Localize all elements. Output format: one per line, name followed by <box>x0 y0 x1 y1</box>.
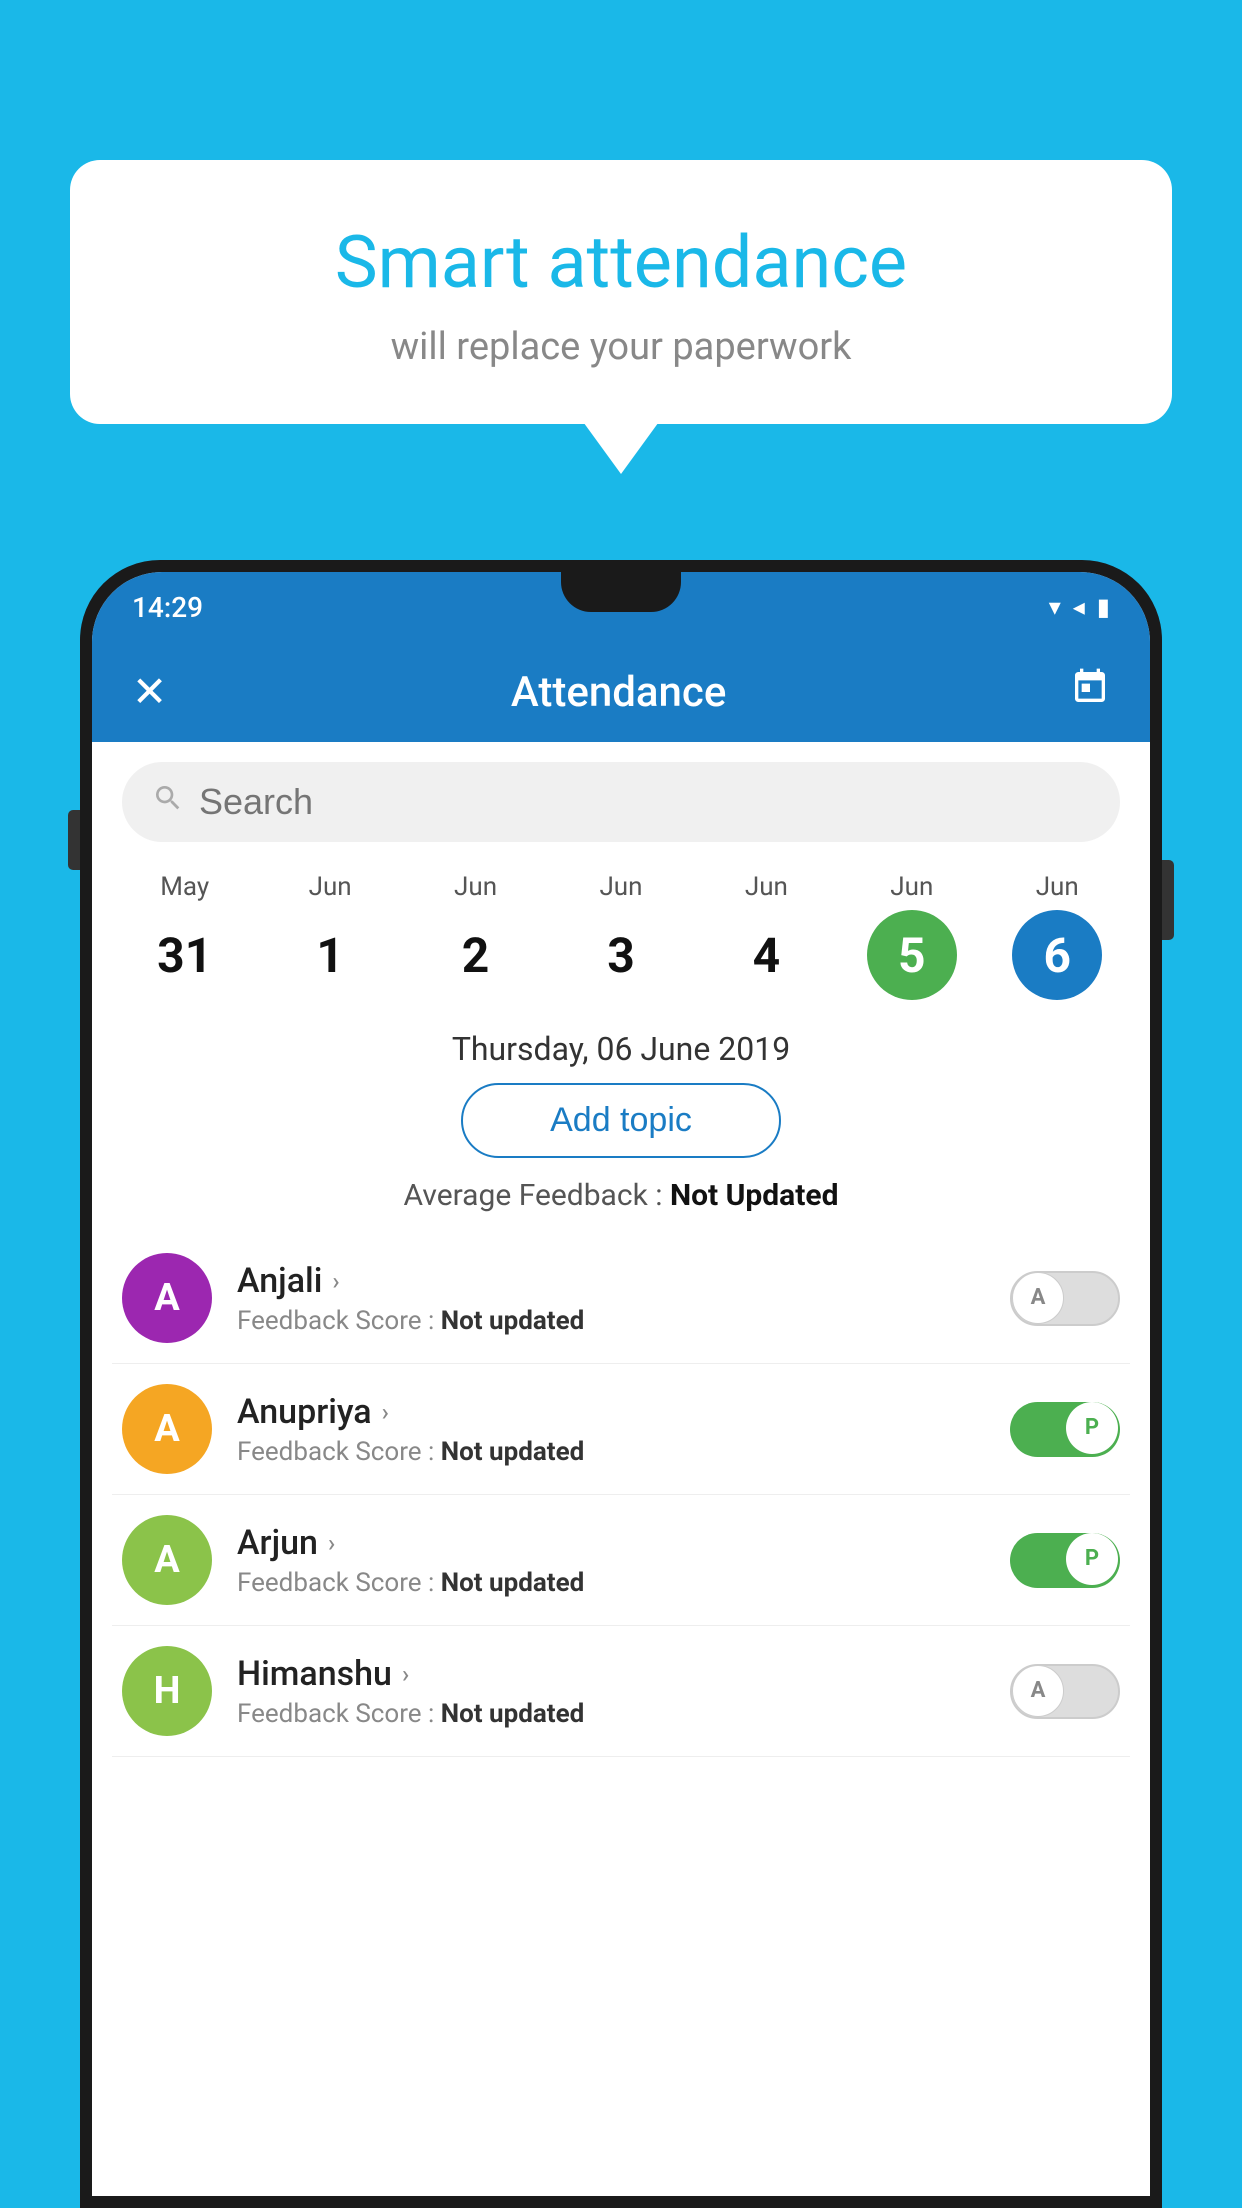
calendar-day-number: 4 <box>721 910 811 1000</box>
chevron-right-icon: › <box>332 1267 339 1295</box>
selected-date-label: Thursday, 06 June 2019 <box>92 1020 1150 1083</box>
attendance-toggle[interactable]: A <box>1010 1664 1120 1719</box>
average-feedback-value: Not Updated <box>670 1178 839 1213</box>
calendar-month-label: Jun <box>454 872 497 902</box>
speech-bubble-title: Smart attendance <box>120 220 1122 305</box>
student-info: Anjali › Feedback Score : Not updated <box>237 1261 985 1336</box>
student-item[interactable]: A Anjali › Feedback Score : Not updated … <box>112 1233 1130 1364</box>
speech-bubble: Smart attendance will replace your paper… <box>70 160 1172 424</box>
calendar-day-number: 31 <box>140 910 230 1000</box>
calendar-day-number: 3 <box>576 910 666 1000</box>
student-avatar: A <box>122 1384 212 1474</box>
student-list: A Anjali › Feedback Score : Not updated … <box>92 1233 1150 1757</box>
app-bar: ✕ Attendance <box>92 642 1150 742</box>
calendar-day-number: 1 <box>285 910 375 1000</box>
notch <box>561 572 681 612</box>
phone-screen: 14:29 ▾ ◂ ▮ ✕ Attendance <box>92 572 1150 2196</box>
student-feedback: Feedback Score : Not updated <box>237 1306 985 1336</box>
calendar-icon-button[interactable] <box>1070 667 1110 717</box>
average-feedback-label: Average Feedback : <box>404 1178 670 1213</box>
calendar-month-label: Jun <box>1036 872 1079 902</box>
status-time: 14:29 <box>132 591 203 624</box>
calendar-day[interactable]: Jun 5 <box>867 872 957 1000</box>
student-item[interactable]: H Himanshu › Feedback Score : Not update… <box>112 1626 1130 1757</box>
attendance-toggle[interactable]: P <box>1010 1533 1120 1588</box>
student-feedback: Feedback Score : Not updated <box>237 1699 985 1729</box>
attendance-toggle[interactable]: P <box>1010 1402 1120 1457</box>
toggle-knob: A <box>1012 1665 1064 1717</box>
wifi-icon: ▾ <box>1049 593 1061 621</box>
battery-icon: ▮ <box>1097 593 1110 621</box>
calendar-day[interactable]: Jun 3 <box>576 872 666 1000</box>
close-button[interactable]: ✕ <box>132 667 167 717</box>
calendar-month-label: Jun <box>745 872 788 902</box>
student-feedback: Feedback Score : Not updated <box>237 1437 985 1467</box>
toggle-knob: A <box>1012 1272 1064 1324</box>
signal-icon: ◂ <box>1073 593 1085 621</box>
calendar-month-label: May <box>160 872 209 902</box>
speech-bubble-container: Smart attendance will replace your paper… <box>70 160 1172 424</box>
calendar-month-label: Jun <box>309 872 352 902</box>
status-icons: ▾ ◂ ▮ <box>1049 593 1110 621</box>
status-bar: 14:29 ▾ ◂ ▮ <box>92 572 1150 642</box>
attendance-toggle[interactable]: A <box>1010 1271 1120 1326</box>
average-feedback: Average Feedback : Not Updated <box>92 1178 1150 1213</box>
calendar-day-number: 2 <box>431 910 521 1000</box>
search-icon <box>152 781 184 823</box>
calendar-day[interactable]: Jun 6 <box>1012 872 1102 1000</box>
calendar-day[interactable]: Jun 1 <box>285 872 375 1000</box>
student-info: Himanshu › Feedback Score : Not updated <box>237 1654 985 1729</box>
calendar-day[interactable]: Jun 4 <box>721 872 811 1000</box>
student-name: Himanshu › <box>237 1654 985 1694</box>
student-avatar: A <box>122 1515 212 1605</box>
calendar-strip: May 31 Jun 1 Jun 2 Jun 3 Jun 4 Jun 5 Jun… <box>92 862 1150 1020</box>
student-item[interactable]: A Anupriya › Feedback Score : Not update… <box>112 1364 1130 1495</box>
student-name: Anupriya › <box>237 1392 985 1432</box>
student-feedback: Feedback Score : Not updated <box>237 1568 985 1598</box>
calendar-day[interactable]: Jun 2 <box>431 872 521 1000</box>
calendar-day-number: 5 <box>867 910 957 1000</box>
phone-volume-button <box>68 810 80 870</box>
calendar-day[interactable]: May 31 <box>140 872 230 1000</box>
calendar-month-label: Jun <box>890 872 933 902</box>
speech-bubble-subtitle: will replace your paperwork <box>120 325 1122 369</box>
student-name: Anjali › <box>237 1261 985 1301</box>
student-name: Arjun › <box>237 1523 985 1563</box>
add-topic-button[interactable]: Add topic <box>461 1083 781 1158</box>
phone-frame: 14:29 ▾ ◂ ▮ ✕ Attendance <box>80 560 1162 2208</box>
search-input[interactable] <box>199 781 1090 823</box>
student-item[interactable]: A Arjun › Feedback Score : Not updated P <box>112 1495 1130 1626</box>
calendar-day-number: 6 <box>1012 910 1102 1000</box>
student-info: Arjun › Feedback Score : Not updated <box>237 1523 985 1598</box>
calendar-month-label: Jun <box>599 872 642 902</box>
chevron-right-icon: › <box>382 1398 389 1426</box>
chevron-right-icon: › <box>402 1660 409 1688</box>
chevron-right-icon: › <box>328 1529 335 1557</box>
toggle-knob: P <box>1066 1402 1118 1454</box>
toggle-knob: P <box>1066 1533 1118 1585</box>
student-avatar: A <box>122 1253 212 1343</box>
search-bar[interactable] <box>122 762 1120 842</box>
phone-power-button <box>1162 860 1174 940</box>
app-bar-title: Attendance <box>511 668 726 717</box>
student-info: Anupriya › Feedback Score : Not updated <box>237 1392 985 1467</box>
student-avatar: H <box>122 1646 212 1736</box>
